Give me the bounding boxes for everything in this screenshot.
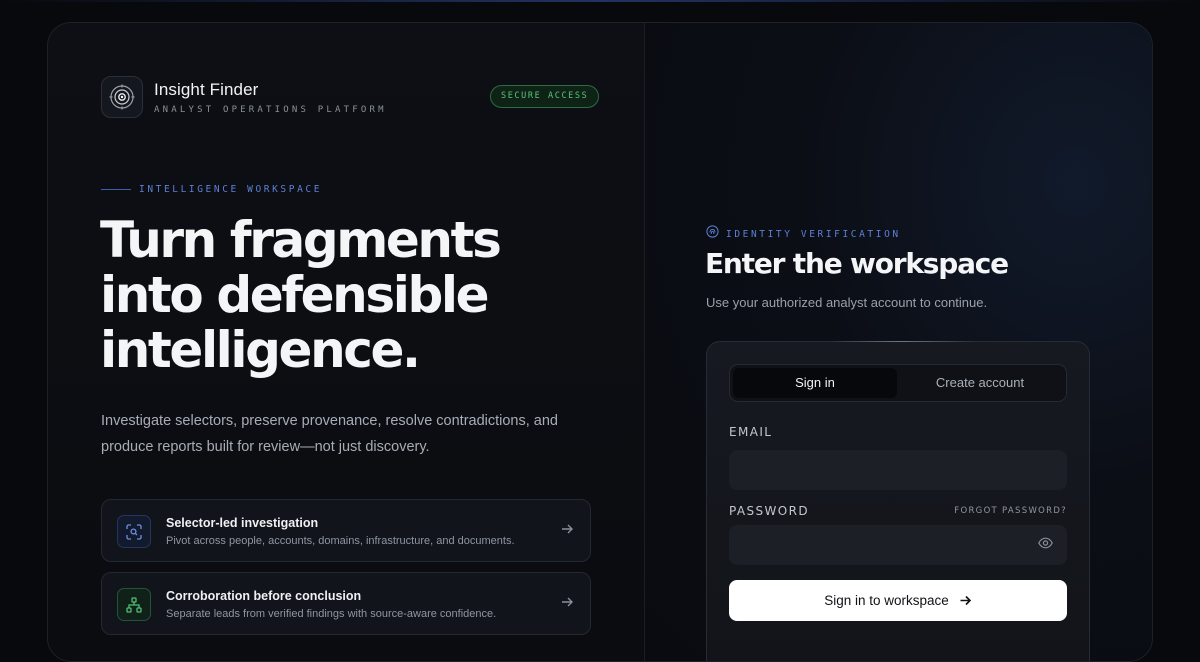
- auth-subtitle: Use your authorized analyst account to c…: [706, 295, 988, 310]
- password-field[interactable]: [729, 525, 1067, 565]
- radar-logo-icon: [101, 76, 143, 118]
- feature-title: Corroboration before conclusion: [166, 589, 362, 603]
- tab-create-account[interactable]: Create account: [898, 368, 1062, 398]
- eye-icon[interactable]: [1038, 536, 1053, 554]
- email-field[interactable]: [729, 450, 1067, 490]
- brand-name: Insight Finder: [154, 79, 259, 99]
- arrow-right-icon: [959, 594, 972, 607]
- brand-subtitle: ANALYST OPERATIONS PLATFORM: [154, 104, 387, 115]
- top-accent-line: [0, 0, 1200, 2]
- hero-title-line-2: into defensible: [100, 266, 490, 324]
- email-label: EMAIL: [729, 425, 773, 439]
- feature-title: Selector-led investigation: [166, 516, 319, 530]
- scan-selector-icon: [117, 515, 151, 548]
- main-frame: Insight Finder ANALYST OPERATIONS PLATFO…: [47, 22, 1153, 662]
- fingerprint-icon: [706, 225, 719, 243]
- identity-kicker-text: IDENTITY VERIFICATION: [726, 228, 901, 240]
- brand: Insight Finder ANALYST OPERATIONS PLATFO…: [101, 76, 387, 118]
- hero-description: Investigate selectors, preserve provenan…: [101, 413, 558, 455]
- network-tree-icon: [117, 588, 151, 621]
- password-label: PASSWORD: [729, 504, 810, 518]
- auth-tabs: Sign in Create account: [729, 364, 1067, 402]
- hero-title-line-1: Turn fragments: [100, 211, 502, 269]
- kicker-text: INTELLIGENCE WORKSPACE: [139, 184, 323, 195]
- hero-title: Turn fragments into defensible intellige…: [100, 213, 620, 378]
- left-panel: Insight Finder ANALYST OPERATIONS PLATFO…: [48, 23, 644, 661]
- secure-access-badge: SECURE ACCESS: [490, 85, 600, 108]
- kicker-divider: [101, 189, 131, 190]
- sign-in-button-label: Sign in to workspace: [824, 593, 949, 608]
- feature-card-selector[interactable]: Selector-led investigation Pivot across …: [101, 499, 591, 562]
- feature-description: Pivot across people, accounts, domains, …: [166, 535, 515, 547]
- feature-description: Separate leads from verified findings wi…: [166, 608, 497, 620]
- card-glow: [827, 341, 977, 342]
- arrow-right-icon: [560, 595, 574, 614]
- feature-card-corroboration[interactable]: Corroboration before conclusion Separate…: [101, 572, 591, 635]
- auth-card: Sign in Create account EMAIL PASSWORD FO…: [706, 341, 1090, 661]
- tab-sign-in[interactable]: Sign in: [733, 368, 897, 398]
- hero-kicker: INTELLIGENCE WORKSPACE: [101, 184, 322, 195]
- right-panel: IDENTITY VERIFICATION Enter the workspac…: [645, 23, 1152, 661]
- hero-title-line-3: intelligence.: [100, 321, 421, 379]
- identity-kicker: IDENTITY VERIFICATION: [706, 225, 901, 243]
- sign-in-button[interactable]: Sign in to workspace: [729, 580, 1067, 621]
- auth-title: Enter the workspace: [705, 247, 1009, 280]
- arrow-right-icon: [560, 522, 574, 541]
- forgot-password-link[interactable]: FORGOT PASSWORD?: [954, 506, 1067, 516]
- brand-text: Insight Finder ANALYST OPERATIONS PLATFO…: [154, 80, 387, 115]
